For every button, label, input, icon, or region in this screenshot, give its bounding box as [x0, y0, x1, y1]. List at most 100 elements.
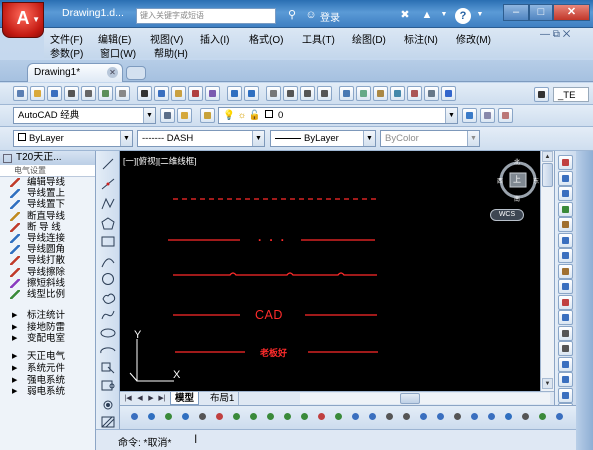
command-line[interactable]: 命令: *取消* I — [96, 429, 576, 450]
center-snap-icon[interactable] — [281, 410, 294, 423]
a360-icon[interactable]: ▲ — [420, 9, 434, 21]
menu-edit[interactable]: 编辑(E) — [98, 31, 131, 46]
group-icon[interactable] — [196, 410, 209, 423]
compass-north[interactable]: 北 — [514, 157, 520, 166]
file-tab-drawing1[interactable]: Drawing1* ✕ — [27, 63, 123, 82]
copy-object-icon[interactable] — [558, 170, 573, 186]
prev-tab-icon[interactable]: ◀ — [136, 394, 144, 403]
stretch-icon[interactable] — [558, 279, 573, 294]
login-button[interactable]: 登录 — [320, 9, 340, 24]
publish-icon[interactable] — [98, 86, 113, 101]
construction-line-icon[interactable] — [101, 178, 115, 190]
gear-icon[interactable] — [553, 410, 566, 423]
menu-modify[interactable]: 修改(M) — [456, 31, 491, 46]
close-tab-icon[interactable]: ✕ — [107, 67, 118, 78]
layer-icon[interactable] — [502, 410, 515, 423]
compass-west[interactable]: 西 — [497, 176, 503, 185]
viewcube-top-face[interactable]: 上 — [513, 174, 521, 185]
palette-item[interactable]: 导线打散 — [0, 255, 95, 266]
menu-view[interactable]: 视图(V) — [150, 31, 183, 46]
palette-item[interactable]: 断直导线 — [0, 211, 95, 222]
text-style-icon[interactable] — [534, 87, 549, 102]
hatch-icon[interactable] — [101, 416, 115, 428]
lineweight-select[interactable]: ByLayer ▼ — [270, 130, 376, 147]
scale-icon[interactable] — [558, 263, 573, 279]
palette-item[interactable]: 导线连接 — [0, 233, 95, 244]
zoom-previous-icon[interactable] — [317, 86, 332, 101]
pan-icon[interactable] — [266, 86, 281, 101]
break-point-icon[interactable] — [558, 325, 573, 341]
first-tab-icon[interactable]: |◀ — [124, 394, 132, 403]
hscroll-thumb[interactable] — [400, 393, 420, 404]
block-icon[interactable] — [145, 410, 158, 423]
3d-print-icon[interactable] — [115, 86, 130, 101]
quadrant-snap-icon[interactable] — [298, 410, 311, 423]
new-tab-button[interactable] — [126, 66, 146, 80]
tab-layout1[interactable]: 布局1 — [206, 392, 240, 405]
exchange-icon[interactable]: ✖ — [398, 9, 412, 21]
array-icon[interactable] — [558, 217, 573, 232]
extend-icon[interactable] — [558, 310, 573, 325]
arc-icon[interactable] — [101, 258, 115, 268]
workspace-toggle-icon[interactable] — [177, 108, 192, 123]
line-icon[interactable] — [102, 158, 114, 170]
menu-dimension[interactable]: 标注(N) — [404, 31, 438, 46]
open-file-icon[interactable] — [30, 86, 45, 101]
zoom-extents-icon[interactable] — [519, 410, 532, 423]
tangent-snap-icon[interactable] — [315, 410, 328, 423]
binoculars-icon[interactable]: ⚲ — [285, 9, 299, 21]
palette-group[interactable]: ▶ 弱电系统 — [0, 386, 95, 398]
spline-icon[interactable] — [101, 310, 115, 320]
hatch-edit-icon[interactable] — [417, 410, 430, 423]
attach-icon[interactable] — [179, 410, 192, 423]
compass-south[interactable]: 南 — [514, 194, 520, 203]
offset-icon[interactable] — [558, 201, 573, 217]
menu-insert[interactable]: 插入(I) — [200, 31, 229, 46]
angle-dim-icon[interactable] — [366, 410, 379, 423]
object-snap-icon[interactable] — [213, 410, 226, 423]
mirror-icon[interactable] — [558, 186, 573, 201]
zoom-realtime-icon[interactable] — [283, 86, 298, 101]
tab-model[interactable]: 模型 — [170, 392, 200, 405]
palette-item[interactable]: 导线擦除 — [0, 267, 95, 278]
design-center-icon[interactable] — [356, 86, 371, 101]
next-tab-icon[interactable]: ▶ — [147, 394, 155, 403]
menu-draw[interactable]: 绘图(D) — [352, 31, 386, 46]
help-icon[interactable] — [441, 86, 456, 101]
text-icon[interactable] — [451, 410, 464, 423]
plot-preview-icon[interactable] — [81, 86, 96, 101]
layer-properties-icon[interactable] — [200, 108, 215, 123]
document-window-controls[interactable]: — ⧉ ✕ — [540, 29, 570, 40]
palette-item[interactable]: 导线圆角 — [0, 244, 95, 255]
dimstyle-icon[interactable] — [434, 410, 447, 423]
revision-cloud-icon[interactable] — [102, 293, 116, 304]
point-icon[interactable] — [103, 400, 113, 410]
menu-tools[interactable]: 工具(T) — [302, 31, 335, 46]
intersection-snap-icon[interactable] — [264, 410, 277, 423]
leader-icon[interactable] — [400, 410, 413, 423]
cut-icon[interactable] — [137, 86, 152, 101]
palette-group[interactable]: ▶ 系统元件 — [0, 363, 95, 375]
paste-icon[interactable] — [171, 86, 186, 101]
palette-title-bar[interactable]: T20天正... — [0, 151, 95, 165]
menu-file[interactable]: 文件(F) — [50, 31, 83, 46]
join-icon[interactable] — [558, 356, 573, 372]
tool-palettes-icon[interactable] — [373, 86, 388, 101]
break-icon[interactable] — [558, 341, 573, 356]
wavy-break-line[interactable] — [173, 272, 377, 276]
menu-window[interactable]: 窗口(W) — [100, 45, 136, 60]
chamfer-icon[interactable] — [558, 372, 573, 387]
layer-select[interactable]: 💡 ☼ 🔓 0 ▼ — [218, 107, 458, 124]
workspace-settings-icon[interactable] — [160, 108, 175, 123]
insert-block-icon[interactable] — [101, 362, 115, 374]
scroll-up-icon[interactable]: ▲ — [542, 151, 553, 162]
table-icon[interactable] — [485, 410, 498, 423]
dimension-icon[interactable] — [349, 410, 362, 423]
plot-icon[interactable] — [64, 86, 79, 101]
color-select[interactable]: ByLayer ▼ — [13, 130, 133, 147]
horizontal-scrollbar[interactable] — [300, 393, 550, 404]
endpoint-snap-icon[interactable] — [230, 410, 243, 423]
fillet-icon[interactable] — [558, 387, 573, 403]
save-icon[interactable] — [47, 86, 62, 101]
sheet-set-icon[interactable] — [390, 86, 405, 101]
